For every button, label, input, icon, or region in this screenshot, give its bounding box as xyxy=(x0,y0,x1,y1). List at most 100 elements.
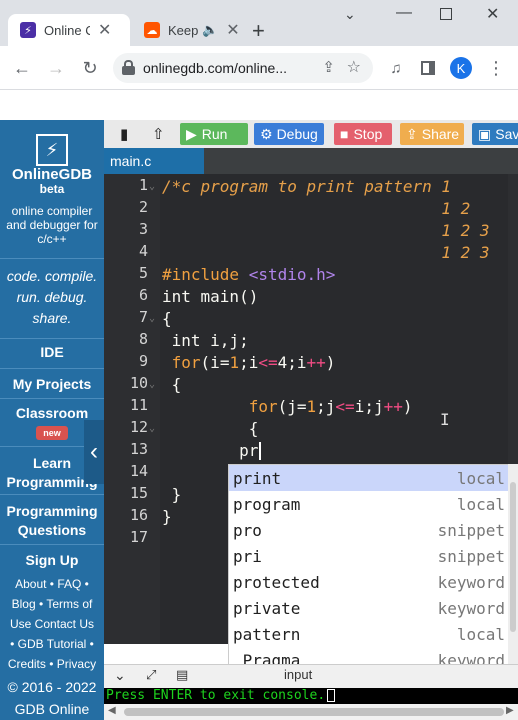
autocomplete-word: private xyxy=(233,598,301,618)
file-tab-main-c[interactable]: main.c xyxy=(104,148,204,174)
speaker-icon[interactable]: 🔈 xyxy=(202,22,218,38)
code-line: 1 2 3 xyxy=(162,221,490,240)
fold-chevron-icon[interactable]: ⌄ xyxy=(149,423,155,434)
link-privacy[interactable]: Privacy xyxy=(57,657,96,671)
divider xyxy=(0,544,104,545)
divider xyxy=(0,368,104,369)
footer-links: About • FAQ • Blog • Terms of Use Contac… xyxy=(7,577,97,671)
tab-onlinegdb[interactable]: ⚡ Online C ✕ xyxy=(8,14,130,46)
save-button[interactable]: ▣Save xyxy=(472,123,518,145)
debug-button[interactable]: ⚙ Debug xyxy=(254,123,324,145)
share-page-icon[interactable]: ⇪ xyxy=(322,58,335,76)
line-number: 1 xyxy=(138,176,148,194)
close-icon[interactable]: ✕ xyxy=(98,20,111,40)
link-faq[interactable]: FAQ xyxy=(57,577,81,591)
beta-label: beta xyxy=(39,182,65,196)
chevron-down-icon[interactable]: ⌄ xyxy=(344,6,356,23)
autocomplete-item[interactable]: pri snippet xyxy=(229,543,511,569)
run-label: Run xyxy=(201,126,228,142)
run-button[interactable]: ▶ Run xyxy=(180,123,248,145)
file-tabs: main.c xyxy=(104,148,518,174)
link-credits[interactable]: Credits xyxy=(8,657,46,671)
link-blog[interactable]: Blog xyxy=(12,597,36,611)
text-cursor-icon: I xyxy=(440,410,450,429)
nav-programming-questions[interactable]: Programming Questions xyxy=(4,502,100,540)
tab-keep[interactable]: ☁ Keep 🔈 ✕ xyxy=(132,14,242,46)
code-line: /*c program to print pattern 1 xyxy=(162,177,451,196)
text-cursor xyxy=(258,442,261,460)
autocomplete-word: program xyxy=(233,494,301,514)
line-number: 14 xyxy=(129,462,148,480)
console-toolbar: ⌄ ⤢ ▤ input xyxy=(104,664,518,688)
star-icon[interactable]: ☆ xyxy=(347,57,361,77)
lock-body xyxy=(122,66,135,75)
line-number: 15 xyxy=(129,484,148,502)
autocomplete-item[interactable]: private keyword xyxy=(229,595,511,621)
line-number: 3 xyxy=(138,220,148,238)
tagline: online compiler and debugger for c/c++ xyxy=(6,204,98,246)
autocomplete-item[interactable]: pro snippet xyxy=(229,517,511,543)
autocomplete-item[interactable]: program local xyxy=(229,491,511,517)
fold-chevron-icon[interactable]: ⌄ xyxy=(149,313,155,324)
scroll-right-icon[interactable]: ▶ xyxy=(506,705,514,716)
autocomplete-word: pri xyxy=(233,546,262,566)
autocomplete-meta: local xyxy=(456,624,505,644)
fold-chevron-icon[interactable]: ⌄ xyxy=(149,181,155,192)
reload-icon[interactable]: ↻ xyxy=(78,56,102,80)
autocomplete-meta: keyword xyxy=(437,572,505,592)
divider xyxy=(0,258,104,259)
link-about[interactable]: About xyxy=(15,577,46,591)
autocomplete-item[interactable]: protected keyword xyxy=(229,569,511,595)
code-line: for(i=1;i<=4;i++) xyxy=(171,353,336,372)
line-number: 16 xyxy=(129,506,148,524)
new-file-icon[interactable]: ▮ xyxy=(114,123,134,145)
nav-my-projects[interactable]: My Projects xyxy=(0,376,104,392)
forward-arrow-icon[interactable]: → xyxy=(44,56,68,80)
link-gdb-tutorial[interactable]: GDB Tutorial xyxy=(18,637,87,651)
scroll-left-icon[interactable]: ◀ xyxy=(108,705,116,716)
link-contact[interactable]: Contact Us xyxy=(35,617,94,631)
fold-chevron-icon[interactable]: ⌄ xyxy=(149,379,155,390)
maximize-icon[interactable] xyxy=(440,8,452,20)
address-bar[interactable]: onlinegdb.com/online... ⇪ ☆ xyxy=(113,53,373,83)
side-panel-icon[interactable] xyxy=(416,56,440,80)
console-output[interactable]: Press ENTER to exit console. xyxy=(104,688,518,704)
media-control-icon[interactable]: ♫ xyxy=(384,56,408,80)
chevron-down-icon[interactable]: ⌄ xyxy=(114,667,126,684)
share-button[interactable]: ⇪ Share xyxy=(400,123,464,145)
stop-icon: ■ xyxy=(340,126,349,142)
nav-classroom[interactable]: Classroom xyxy=(0,405,104,421)
horizontal-scrollbar[interactable]: ◀ ▶ xyxy=(104,704,518,720)
autocomplete-word: pro xyxy=(233,520,262,540)
collapse-sidebar-button[interactable]: ‹ xyxy=(84,420,104,484)
debug-label: Debug xyxy=(276,126,318,142)
close-window-icon[interactable]: ✕ xyxy=(486,4,499,24)
expand-icon[interactable]: ⤢ xyxy=(146,667,156,683)
new-badge: new xyxy=(36,426,68,440)
back-arrow-icon[interactable]: ← xyxy=(10,56,34,80)
new-tab-button[interactable]: + xyxy=(252,18,265,44)
close-icon[interactable]: ✕ xyxy=(226,20,239,40)
stop-button[interactable]: ■ Stop xyxy=(334,123,392,145)
nav-sign-up[interactable]: Sign Up xyxy=(0,552,104,568)
bug-icon: ⚙ xyxy=(260,125,273,142)
brand-name: OnlineGDB xyxy=(11,166,92,183)
upload-icon[interactable]: ⇧ xyxy=(146,123,171,145)
nav-ide[interactable]: IDE xyxy=(0,344,104,360)
scroll-thumb[interactable] xyxy=(124,708,504,716)
minimize-icon[interactable]: — xyxy=(396,4,412,22)
share-icon: ⇪ xyxy=(406,125,418,142)
console-tab-input[interactable]: input xyxy=(284,667,312,682)
code-line: for(j=1;j<=i;j++) xyxy=(248,397,413,416)
line-number: 6 xyxy=(138,286,148,304)
motto: code. compile. run. debug. share. xyxy=(6,268,98,326)
autocomplete-scrollbar[interactable] xyxy=(508,464,518,672)
console-icon[interactable]: ▤ xyxy=(176,667,188,683)
autocomplete-meta: local xyxy=(456,468,505,488)
menu-kebab-icon[interactable]: ⋮ xyxy=(484,56,508,80)
profile-avatar[interactable]: K xyxy=(450,57,472,79)
autocomplete-item[interactable]: print local xyxy=(229,465,511,491)
save-icon: ▣ xyxy=(478,125,492,142)
autocomplete-item[interactable]: pattern local xyxy=(229,621,511,647)
url-text: onlinegdb.com/online... xyxy=(143,60,287,76)
